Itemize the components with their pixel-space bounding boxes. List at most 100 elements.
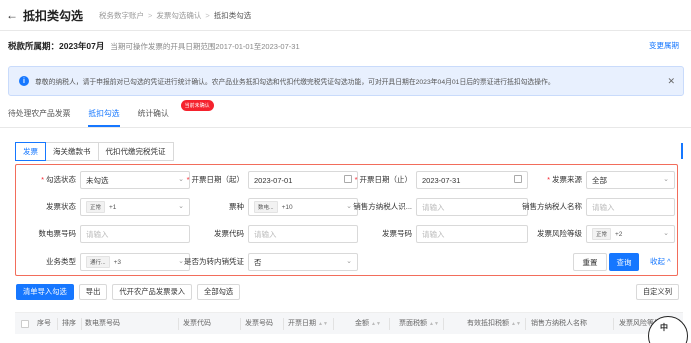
column-header[interactable]: 有效抵扣税额 ▲▼	[467, 313, 521, 335]
column-header-label: 开票日期	[288, 320, 316, 327]
invoice-type-tabs: 发票 海关缴款书 代扣代缴完税凭证	[15, 142, 174, 161]
seller-name-label: 销售方纳税人名称	[522, 202, 582, 211]
column-separator	[525, 318, 526, 330]
ticket-type-label: 票种	[229, 202, 244, 211]
ticket-type-select[interactable]: 数电... +10 ⌄	[248, 198, 358, 216]
invoice-code-placeholder: 请输入	[254, 229, 277, 239]
filter-row: 数电票号码 请输入 发票代码 请输入 发票号码 请输入 发票风险等级 正常 +2…	[16, 225, 679, 243]
table-header: 序号 排序 数电票号码 发票代码 发票号码 开票日期 ▲▼ 金额 ▲▼ 票面税额 ▲▼…	[15, 312, 683, 334]
column-separator	[283, 318, 284, 330]
invoice-code-input[interactable]: 请输入	[248, 225, 358, 243]
column-separator	[178, 318, 179, 330]
required-mark: *	[41, 175, 44, 184]
date-start-label-text: 开票日期（起）	[191, 175, 245, 184]
chevron-down-icon: ⌄	[346, 258, 352, 265]
date-start-label: * 开票日期（起）	[184, 171, 244, 189]
column-header[interactable]: 开票日期 ▲▼	[288, 313, 328, 335]
risk-level-label: 发票风险等级	[537, 229, 582, 238]
biz-type-label: 业务类型	[46, 257, 76, 266]
collapse-toggle[interactable]: 收起 ^	[650, 253, 671, 271]
notice-text: 尊敬的纳税人，请于申报前对已勾选的凭证进行统计确认。农产品业务抵扣勾选和代扣代缴…	[35, 79, 555, 86]
sort-icon: ▲▼	[318, 321, 328, 327]
transfer-value: 否	[254, 257, 262, 267]
breadcrumb-item-current: 抵扣类勾选	[213, 10, 252, 20]
subtab-invoice[interactable]: 发票	[15, 142, 46, 161]
column-separator	[333, 318, 334, 330]
import-check-button[interactable]: 清单导入勾选	[16, 284, 74, 300]
seller-name-input[interactable]: 请输入	[586, 198, 675, 216]
date-end-value: 2023-07-31	[422, 175, 461, 185]
filter-row: * 勾选状态 未勾选 ⌄ * 开票日期（起） 2023-07-01 * 开票日期（止）…	[16, 171, 679, 189]
chevron-up-icon: ^	[667, 257, 671, 266]
agri-invoice-entry-button[interactable]: 代开农产品发票录入	[112, 284, 193, 300]
source-label-text: 发票来源	[552, 175, 582, 184]
export-button[interactable]: 导出	[78, 284, 108, 300]
select-all-button[interactable]: 全部勾选	[197, 284, 241, 300]
column-separator	[81, 318, 82, 330]
column-header-label: 金额	[355, 320, 369, 327]
calendar-icon	[344, 175, 352, 183]
breadcrumb-separator: >	[148, 10, 153, 20]
tax-period-range: 当期可操作发票的开具日期范围2017-01-01至2023-07-31	[110, 41, 300, 51]
ticket-type-chip: 数电...	[254, 201, 278, 213]
date-end-label: * 开票日期（止）	[352, 171, 412, 189]
reset-button[interactable]: 重置	[573, 253, 607, 271]
invoice-status-chip: 正常	[86, 201, 106, 213]
digital-no-placeholder: 请输入	[86, 229, 109, 239]
subtab-withholding[interactable]: 代扣代缴完税凭证	[97, 142, 174, 161]
custom-columns-button[interactable]: 自定义列	[635, 284, 679, 300]
subtab-customs[interactable]: 海关缴款书	[45, 142, 99, 161]
check-status-select[interactable]: 未勾选 ⌄	[80, 171, 190, 189]
invoice-status-select[interactable]: 正常 +1 ⌄	[80, 198, 190, 216]
seller-id-placeholder: 请输入	[422, 202, 445, 212]
breadcrumb-separator: >	[205, 10, 210, 20]
change-period-link[interactable]: 变更属期	[649, 40, 679, 51]
select-all-checkbox[interactable]	[21, 320, 29, 328]
invoice-no-input[interactable]: 请输入	[416, 225, 528, 243]
source-label: * 发票来源	[522, 171, 582, 189]
biz-type-chip: 通行...	[86, 256, 110, 268]
close-icon[interactable]: ✕	[667, 76, 675, 87]
tab-pending-agri[interactable]: 待处理农产品发票	[8, 108, 70, 125]
tab-stat-confirm-label: 统计确认	[137, 109, 169, 118]
invoice-no-label: 发票号码	[382, 229, 412, 238]
column-separator	[240, 318, 241, 330]
transfer-select[interactable]: 否 ⌄	[248, 253, 358, 271]
mascot-text: 中	[660, 323, 668, 332]
digital-no-label: 数电票号码	[38, 229, 77, 238]
header-divider	[0, 30, 691, 31]
breadcrumb-item-confirm[interactable]: 发票勾选确认	[156, 10, 201, 21]
risk-level-select[interactable]: 正常 +2 ⌄	[586, 225, 675, 243]
source-value: 全部	[592, 175, 607, 185]
tab-stat-confirm[interactable]: 统计确认 当前未确认	[137, 100, 214, 125]
sort-icon: ▲▼	[429, 321, 439, 327]
arrow-left-icon[interactable]: ←	[6, 8, 18, 22]
transfer-label: 是否为转内销凭证	[184, 257, 244, 266]
tab-deduction-check[interactable]: 抵扣勾选	[88, 108, 120, 127]
column-header: 排序	[62, 320, 76, 327]
column-separator	[57, 318, 58, 330]
breadcrumb-item-account[interactable]: 税务数字账户	[99, 10, 144, 21]
column-header[interactable]: 金额 ▲▼	[355, 313, 381, 335]
digital-no-input[interactable]: 请输入	[80, 225, 190, 243]
column-header: 数电票号码	[85, 320, 120, 327]
risk-level-chip: 正常	[592, 228, 612, 240]
filter-row: 发票状态 正常 +1 ⌄ 票种 数电... +10 ⌄ 销售方纳税人识... 请…	[16, 198, 679, 216]
filter-panel: * 勾选状态 未勾选 ⌄ * 开票日期（起） 2023-07-01 * 开票日期（止）…	[15, 164, 678, 276]
source-select[interactable]: 全部 ⌄	[586, 171, 675, 189]
column-separator	[443, 318, 444, 330]
check-status-value: 未勾选	[86, 175, 109, 185]
query-button[interactable]: 查询	[609, 253, 639, 271]
chevron-down-icon: ⌄	[663, 230, 669, 237]
date-start-picker[interactable]: 2023-07-01	[248, 171, 358, 189]
breadcrumb: 税务数字账户 > 发票勾选确认 > 抵扣类勾选	[99, 10, 251, 21]
column-header: 发票号码	[245, 320, 273, 327]
date-end-picker[interactable]: 2023-07-31	[416, 171, 528, 189]
seller-id-label: 销售方纳税人识...	[353, 202, 412, 211]
top-bar: ← 抵扣类勾选 税务数字账户 > 发票勾选确认 > 抵扣类勾选	[0, 0, 691, 30]
side-handle-icon[interactable]	[681, 143, 689, 159]
column-header[interactable]: 票面税额 ▲▼	[399, 313, 439, 335]
calendar-icon	[514, 175, 522, 183]
biz-type-more: +3	[113, 258, 122, 266]
chevron-down-icon: ⌄	[663, 176, 669, 183]
